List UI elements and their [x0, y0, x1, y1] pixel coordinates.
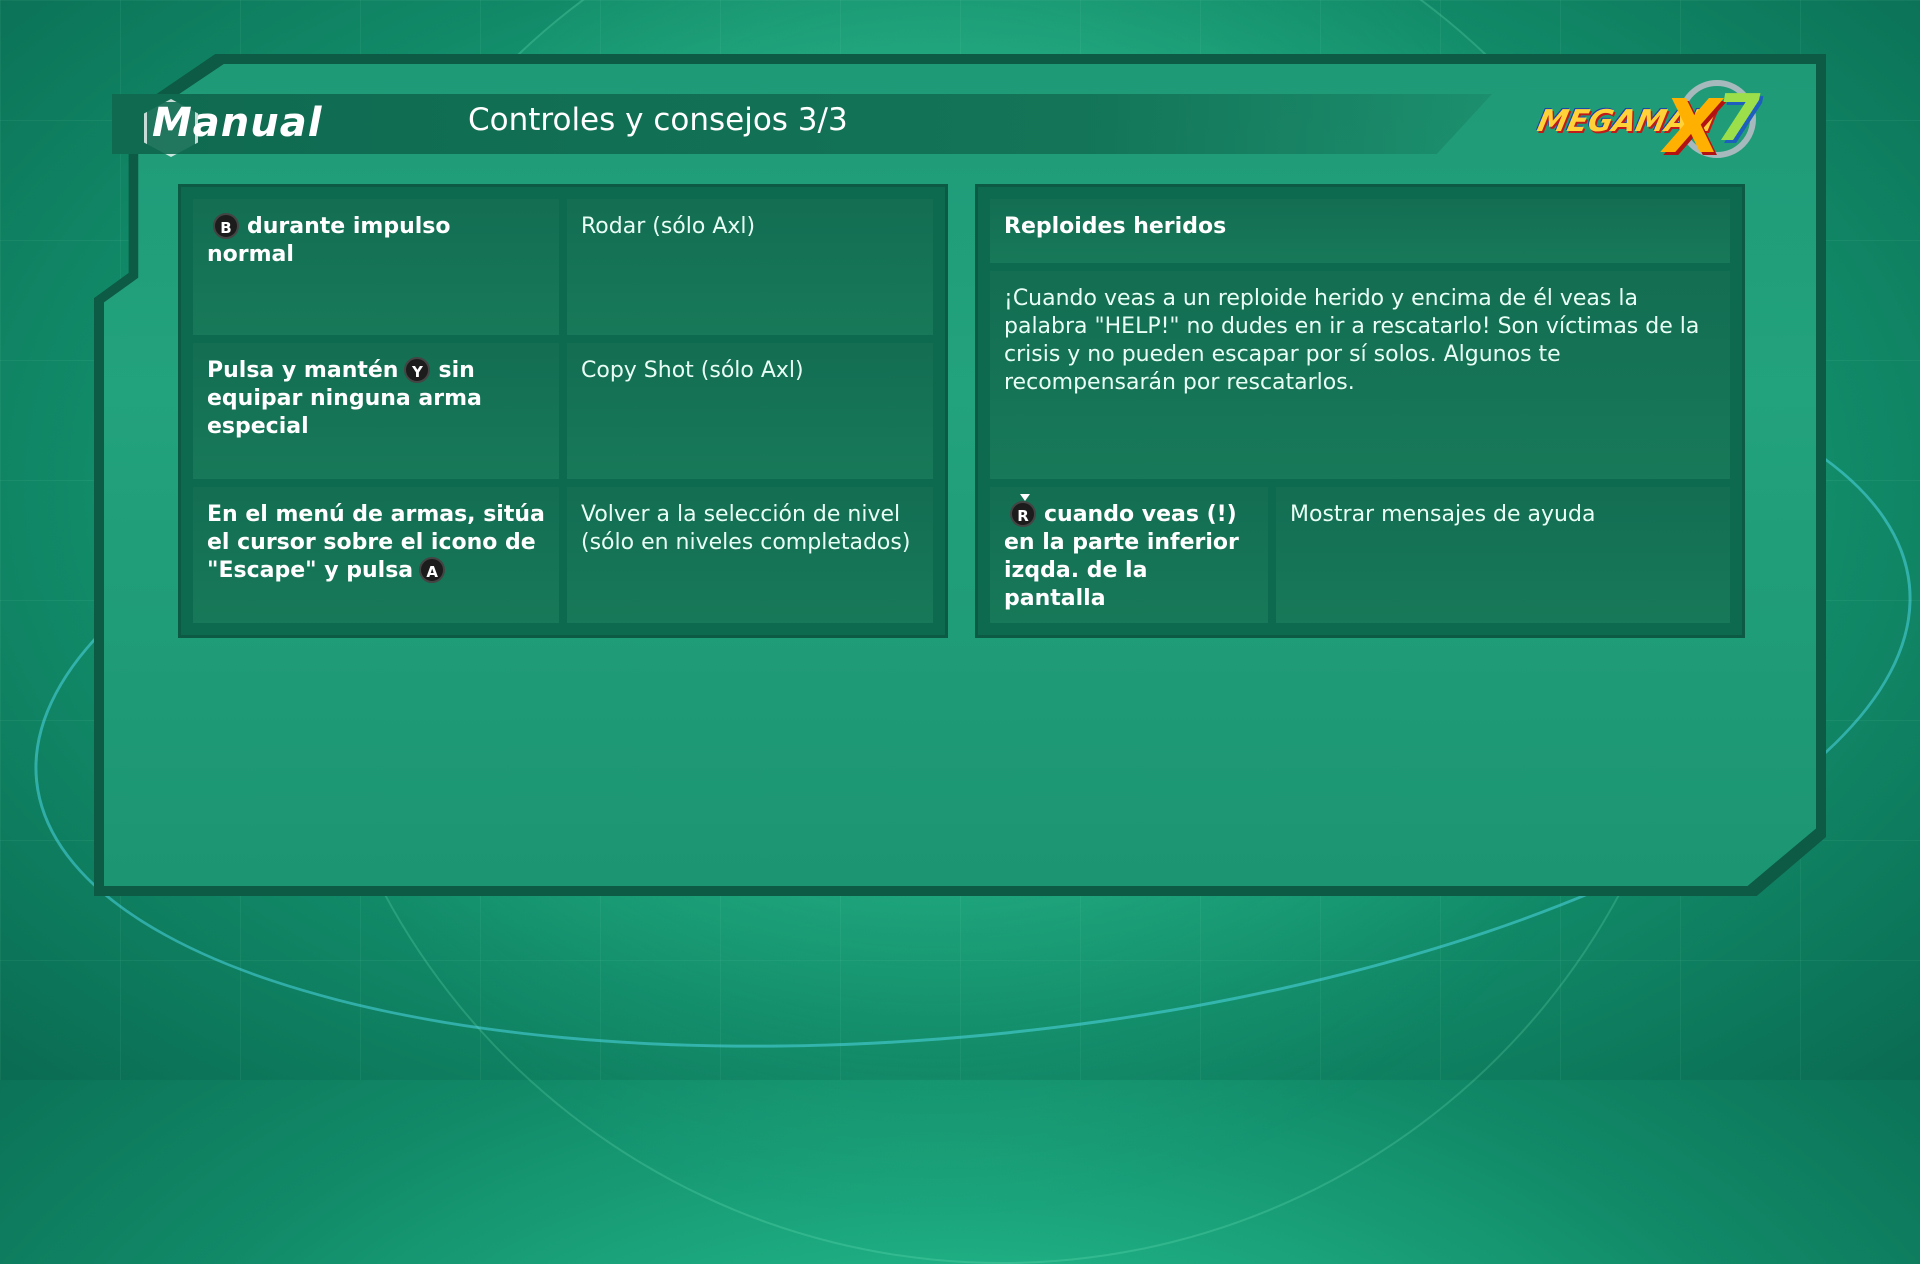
control-desc-copy-shot: Copy Shot (sólo Axl)	[567, 343, 933, 479]
control-desc-text: Rodar (sólo Axl)	[581, 214, 756, 239]
control-desc-text: Volver a la selección de nivel (sólo en …	[581, 502, 911, 555]
megaman-x7-logo: MEGAMAN X 7	[1534, 78, 1774, 178]
control-desc-text: Mostrar mensajes de ayuda	[1290, 502, 1596, 527]
control-key-copy-shot: Pulsa y mantén Ysin equipar ninguna arma …	[193, 343, 559, 479]
page-title: Controles y consejos 3/3	[468, 102, 848, 138]
control-key-text: En el menú de armas, sitúa el cursor sob…	[207, 502, 545, 583]
tip-body: ¡Cuando veas a un reploide herido y enci…	[990, 271, 1730, 479]
tip-body-text: ¡Cuando veas a un reploide herido y enci…	[1004, 286, 1700, 395]
control-key-roll: Bdurante impulso normal	[193, 199, 559, 335]
control-key-text: durante impulso normal	[207, 214, 451, 267]
b-button-icon: B	[213, 213, 239, 239]
logo-x: X	[1664, 84, 1722, 170]
r-stick-press-icon: R	[1010, 494, 1036, 527]
control-key-text: cuando veas (!) en la parte inferior izq…	[1004, 502, 1239, 611]
control-desc-text: Copy Shot (sólo Axl)	[581, 358, 804, 383]
control-desc-escape: Volver a la selección de nivel (sólo en …	[567, 487, 933, 623]
a-button-icon: A	[419, 557, 446, 583]
control-key-help: Rcuando veas (!) en la parte inferior iz…	[990, 487, 1268, 623]
logo-number: 7	[1716, 82, 1761, 156]
tip-heading-text: Reploides heridos	[1004, 214, 1227, 239]
control-desc-help: Mostrar mensajes de ayuda	[1276, 487, 1730, 623]
tip-heading: Reploides heridos	[990, 199, 1730, 263]
control-desc-roll: Rodar (sólo Axl)	[567, 199, 933, 335]
control-key-text: Pulsa y mantén	[207, 358, 399, 383]
y-button-icon: Y	[404, 357, 431, 383]
manual-label: Manual	[152, 100, 323, 146]
control-key-escape: En el menú de armas, sitúa el cursor sob…	[193, 487, 559, 623]
